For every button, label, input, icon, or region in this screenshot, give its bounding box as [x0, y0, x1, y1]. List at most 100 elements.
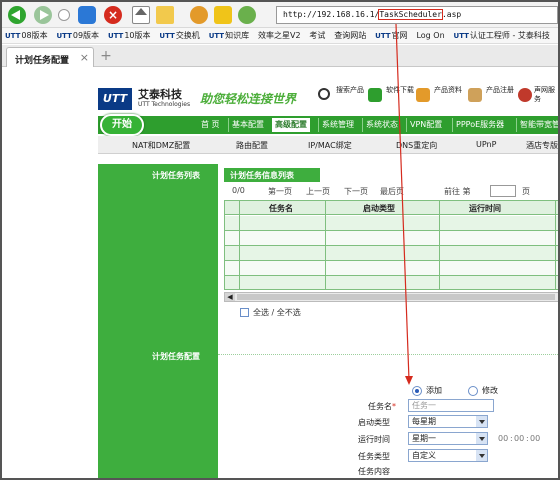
nav-pppoe-server[interactable]: PPPoE服务器 — [452, 118, 507, 132]
bookmark-item[interactable]: Log On — [413, 28, 447, 43]
browser-window: × http://192.168.16.1/TaskScheduler.asp … — [0, 0, 560, 480]
chevron-down-icon — [476, 450, 487, 461]
start-type-value: 每星期 — [412, 417, 436, 426]
scroll-left-icon[interactable]: ◀ — [225, 293, 235, 301]
bookmarks-bar: UTT08版本 UTT09版本 UTT10版本 UTT交换机 UTT知识库 效率… — [2, 28, 558, 44]
table-row — [225, 246, 558, 261]
table-row — [225, 216, 558, 231]
header-link-service[interactable]: 声网服务 — [534, 86, 558, 104]
forward-arrow-icon[interactable] — [34, 6, 52, 24]
download-icon[interactable] — [368, 88, 382, 102]
search-icon[interactable] — [318, 88, 330, 100]
docs-icon[interactable] — [416, 88, 430, 102]
nav-home[interactable]: 首 页 — [198, 118, 223, 132]
nav-vpn-config[interactable]: VPN配置 — [406, 118, 445, 132]
subnav-nat-dmz[interactable]: NAT和DMZ配置 — [132, 140, 190, 151]
column-run-time: 运行时间 — [469, 204, 501, 213]
register-icon[interactable] — [468, 88, 482, 102]
bookmark-item[interactable]: UTT08版本 — [2, 28, 51, 43]
minute-field[interactable]: 00 — [514, 434, 524, 443]
bookmark-item[interactable]: UTT知识库 — [206, 28, 252, 43]
scroll-thumb[interactable] — [237, 294, 555, 300]
nav-system-management[interactable]: 系统管理 — [318, 118, 357, 132]
modify-radio[interactable] — [468, 386, 478, 396]
edit-icon[interactable] — [156, 6, 174, 24]
subnav-hotel[interactable]: 酒店专版 — [526, 140, 558, 151]
table-row — [225, 231, 558, 246]
next-page-link[interactable]: 下一页 — [344, 186, 368, 197]
bookmark-item[interactable]: 效率之星V2 — [255, 28, 304, 43]
subnav-upnp[interactable]: UPnP — [476, 140, 496, 149]
tab-bar: 计划任务配置 × + — [2, 45, 558, 67]
close-tab-icon[interactable]: × — [80, 51, 89, 64]
nav-system-status[interactable]: 系统状态 — [362, 118, 401, 132]
add-radio-label: 添加 — [426, 386, 442, 395]
left-label-column — [98, 164, 218, 478]
chevron-down-icon — [476, 433, 487, 444]
subnav-dns-redirect[interactable]: DNS重定向 — [396, 140, 437, 151]
bookmark-item[interactable]: UTT官网 — [372, 28, 410, 43]
column-divider — [325, 201, 326, 289]
bookmark-item[interactable]: 查询网站 — [331, 28, 369, 43]
subnav-ip-mac-binding[interactable]: IP/MAC绑定 — [308, 140, 352, 151]
address-bar[interactable]: http://192.168.16.1/TaskScheduler.asp — [276, 6, 558, 24]
phone-icon[interactable] — [518, 88, 532, 102]
bookmark-label: 10版本 — [124, 31, 151, 40]
hour-field[interactable]: 00 — [498, 434, 508, 443]
subnav-routing[interactable]: 路由配置 — [236, 140, 268, 151]
column-start-type: 启动类型 — [363, 204, 395, 213]
page-number-input[interactable] — [490, 185, 516, 197]
select-all-checkbox[interactable] — [240, 308, 249, 317]
header-link-download[interactable]: 软件下载 — [386, 86, 416, 95]
bookmark-label: 交换机 — [175, 31, 200, 40]
history-dropdown-icon[interactable] — [58, 9, 70, 21]
modify-radio-label: 修改 — [482, 386, 498, 395]
tab-label: 计划任务配置 — [15, 56, 70, 66]
bookmark-item[interactable]: UTT09版本 — [53, 28, 102, 43]
task-type-select[interactable]: 自定义 — [408, 449, 488, 462]
url-suffix: .asp — [441, 10, 462, 19]
header-link-register[interactable]: 产品注册 — [486, 86, 516, 95]
first-page-link[interactable]: 第一页 — [268, 186, 292, 197]
new-tab-icon[interactable]: + — [98, 48, 114, 64]
bookmark-item[interactable]: UTT交换机 — [156, 28, 202, 43]
url-text: http://192.168.16.1/TaskScheduler.asp — [283, 9, 462, 20]
nav-basic-config[interactable]: 基本配置 — [228, 118, 267, 132]
url-prefix: http://192.168.16.1/ — [283, 10, 380, 19]
utt-logo: UTT — [98, 88, 132, 110]
select-all-label: 全选 / 全不选 — [253, 308, 301, 317]
start-type-select[interactable]: 每星期 — [408, 415, 488, 428]
task-name-label: 任务名* — [368, 401, 396, 412]
bookmark-label: 效率之星V2 — [257, 31, 301, 40]
prev-page-link[interactable]: 上一页 — [306, 186, 330, 197]
column-divider — [555, 201, 556, 289]
header-link-docs[interactable]: 产品资料 — [434, 86, 464, 95]
bookmark-item[interactable]: UTT10版本 — [105, 28, 154, 43]
nav-bandwidth[interactable]: 智能带宽管理 — [516, 118, 558, 132]
back-arrow-icon[interactable] — [8, 6, 26, 24]
bookmark-label: 官网 — [391, 31, 408, 40]
second-field[interactable]: 00 — [530, 434, 540, 443]
history-icon[interactable] — [190, 6, 208, 24]
home-icon[interactable] — [132, 6, 150, 24]
favorites-icon[interactable] — [214, 6, 232, 24]
refresh-icon[interactable] — [78, 6, 96, 24]
header-link-search[interactable]: 搜索产品 — [336, 86, 366, 95]
bookmark-label: Log On — [416, 31, 445, 40]
user-icon[interactable] — [238, 6, 256, 24]
bookmark-label: 知识库 — [225, 31, 250, 40]
bookmark-item[interactable]: UTT认证工程师 - 艾泰科技 — [451, 28, 553, 43]
tab-task-scheduler[interactable]: 计划任务配置 × — [6, 47, 94, 67]
run-day-select[interactable]: 星期一 — [408, 432, 488, 445]
nav-advanced-config[interactable]: 高级配置 — [272, 118, 310, 132]
select-all-row: 全选 / 全不选 — [240, 307, 301, 318]
run-time-label: 运行时间 — [358, 435, 390, 444]
last-page-link[interactable]: 最后页 — [380, 186, 404, 197]
add-radio[interactable] — [412, 386, 422, 396]
bookmark-item[interactable]: 考试 — [306, 28, 328, 43]
horizontal-scrollbar[interactable]: ◀ — [224, 292, 558, 302]
stop-icon[interactable]: × — [104, 6, 122, 24]
task-name-input[interactable]: 任务一 — [408, 399, 494, 412]
bookmark-logo: UTT — [208, 32, 225, 40]
start-button[interactable]: 开始 — [100, 114, 144, 136]
